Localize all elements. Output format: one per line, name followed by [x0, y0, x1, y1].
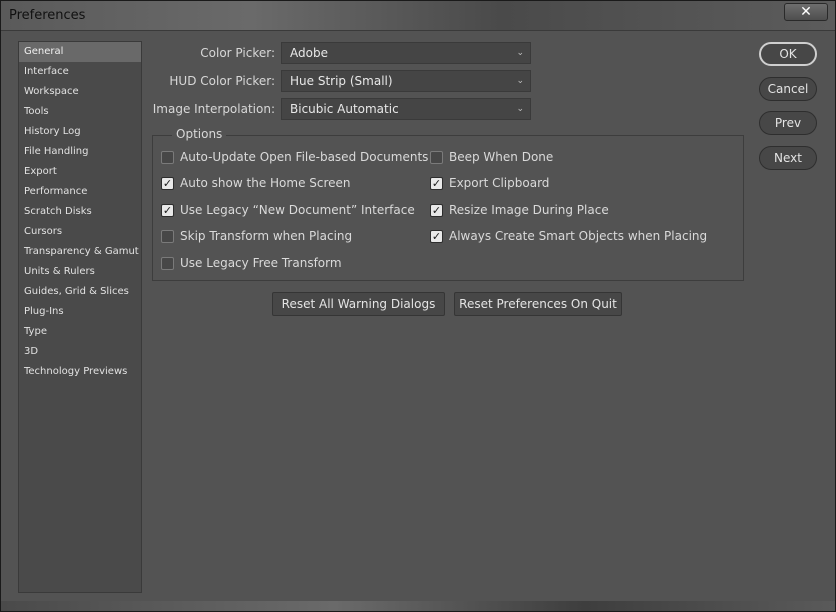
color-picker-row: Color Picker:	[147, 42, 275, 64]
sidebar-item-scratch-disks[interactable]: Scratch Disks	[19, 202, 141, 222]
sidebar-item-history-log[interactable]: History Log	[19, 122, 141, 142]
sidebar-item-export[interactable]: Export	[19, 162, 141, 182]
close-icon: ✕	[800, 4, 812, 20]
option-label: Use Legacy “New Document” Interface	[180, 203, 415, 217]
hud-color-picker-select[interactable]: Hue Strip (Small) ⌄	[281, 70, 531, 92]
color-picker-select[interactable]: Adobe ⌄	[281, 42, 531, 64]
sidebar-item-performance[interactable]: Performance	[19, 182, 141, 202]
title-bar: Preferences ✕	[1, 1, 835, 31]
image-interpolation-row: Image Interpolation:	[147, 98, 275, 120]
chevron-down-icon: ⌄	[516, 104, 524, 114]
option-skip-transform[interactable]: Skip Transform when Placing	[161, 228, 352, 244]
option-resize-image-during-place[interactable]: ✓ Resize Image During Place	[430, 202, 609, 218]
option-legacy-free-transform[interactable]: Use Legacy Free Transform	[161, 255, 342, 271]
checkbox-unchecked[interactable]	[161, 150, 174, 164]
option-label: Auto show the Home Screen	[180, 176, 351, 190]
color-picker-label: Color Picker:	[200, 46, 275, 60]
checkbox-checked[interactable]: ✓	[430, 203, 443, 217]
sidebar-item-3d[interactable]: 3D	[19, 342, 141, 362]
sidebar-item-tools[interactable]: Tools	[19, 102, 141, 122]
option-beep-when-done[interactable]: Beep When Done	[430, 149, 553, 165]
option-label: Use Legacy Free Transform	[180, 256, 342, 270]
color-picker-value: Adobe	[290, 46, 328, 60]
checkmark-icon: ✓	[431, 176, 442, 190]
option-label: Always Create Smart Objects when Placing	[449, 229, 708, 243]
sidebar-item-transparency-gamut[interactable]: Transparency & Gamut	[19, 242, 141, 262]
option-label: Resize Image During Place	[449, 203, 609, 217]
background-strip	[1, 601, 835, 611]
option-legacy-new-document[interactable]: ✓ Use Legacy “New Document” Interface	[161, 202, 415, 218]
checkbox-unchecked[interactable]	[430, 150, 443, 164]
option-label: Skip Transform when Placing	[180, 229, 353, 243]
sidebar-item-file-handling[interactable]: File Handling	[19, 142, 141, 162]
hud-color-picker-value: Hue Strip (Small)	[290, 74, 393, 88]
image-interpolation-label: Image Interpolation:	[152, 102, 275, 116]
checkbox-checked[interactable]: ✓	[161, 176, 174, 190]
checkbox-unchecked[interactable]	[161, 229, 174, 243]
option-export-clipboard[interactable]: ✓ Export Clipboard	[430, 175, 549, 191]
option-always-create-smart-objects[interactable]: ✓ Always Create Smart Objects when Placi…	[430, 228, 707, 244]
option-auto-update-open-documents[interactable]: Auto-Update Open File-based Documents	[161, 149, 428, 165]
options-title: Options	[172, 127, 227, 141]
sidebar-item-plug-ins[interactable]: Plug-Ins	[19, 302, 141, 322]
next-button[interactable]: Next	[759, 146, 817, 170]
option-label: Export Clipboard	[449, 176, 550, 190]
chevron-down-icon: ⌄	[516, 76, 524, 86]
preferences-window: Preferences ✕ General Interface Workspac…	[0, 0, 836, 612]
cancel-button[interactable]: Cancel	[759, 77, 817, 101]
checkbox-unchecked[interactable]	[161, 256, 174, 270]
checkbox-checked[interactable]: ✓	[430, 229, 443, 243]
hud-color-picker-label: HUD Color Picker:	[169, 74, 275, 88]
sidebar-item-type[interactable]: Type	[19, 322, 141, 342]
checkmark-icon: ✓	[431, 229, 442, 243]
category-sidebar: General Interface Workspace Tools Histor…	[18, 41, 142, 593]
checkbox-checked[interactable]: ✓	[430, 176, 443, 190]
close-button[interactable]: ✕	[784, 3, 828, 21]
checkbox-checked[interactable]: ✓	[161, 203, 174, 217]
window-title: Preferences	[9, 8, 86, 23]
reset-warning-dialogs-button[interactable]: Reset All Warning Dialogs	[272, 292, 445, 316]
option-label: Auto-Update Open File-based Documents	[180, 150, 429, 164]
sidebar-item-cursors[interactable]: Cursors	[19, 222, 141, 242]
hud-color-picker-row: HUD Color Picker:	[147, 70, 275, 92]
sidebar-item-general[interactable]: General	[19, 42, 141, 62]
sidebar-item-units-rulers[interactable]: Units & Rulers	[19, 262, 141, 282]
reset-preferences-button[interactable]: Reset Preferences On Quit	[454, 292, 622, 316]
checkmark-icon: ✓	[431, 203, 442, 217]
checkmark-icon: ✓	[162, 203, 173, 217]
sidebar-item-workspace[interactable]: Workspace	[19, 82, 141, 102]
ok-button[interactable]: OK	[759, 42, 817, 66]
option-auto-show-home-screen[interactable]: ✓ Auto show the Home Screen	[161, 175, 351, 191]
option-label: Beep When Done	[449, 150, 554, 164]
checkmark-icon: ✓	[162, 176, 173, 190]
sidebar-item-technology-previews[interactable]: Technology Previews	[19, 362, 141, 382]
sidebar-item-guides-grid-slices[interactable]: Guides, Grid & Slices	[19, 282, 141, 302]
image-interpolation-value: Bicubic Automatic	[290, 102, 399, 116]
prev-button[interactable]: Prev	[759, 111, 817, 135]
image-interpolation-select[interactable]: Bicubic Automatic ⌄	[281, 98, 531, 120]
sidebar-item-interface[interactable]: Interface	[19, 62, 141, 82]
chevron-down-icon: ⌄	[516, 48, 524, 58]
dialog-body: General Interface Workspace Tools Histor…	[7, 31, 829, 601]
